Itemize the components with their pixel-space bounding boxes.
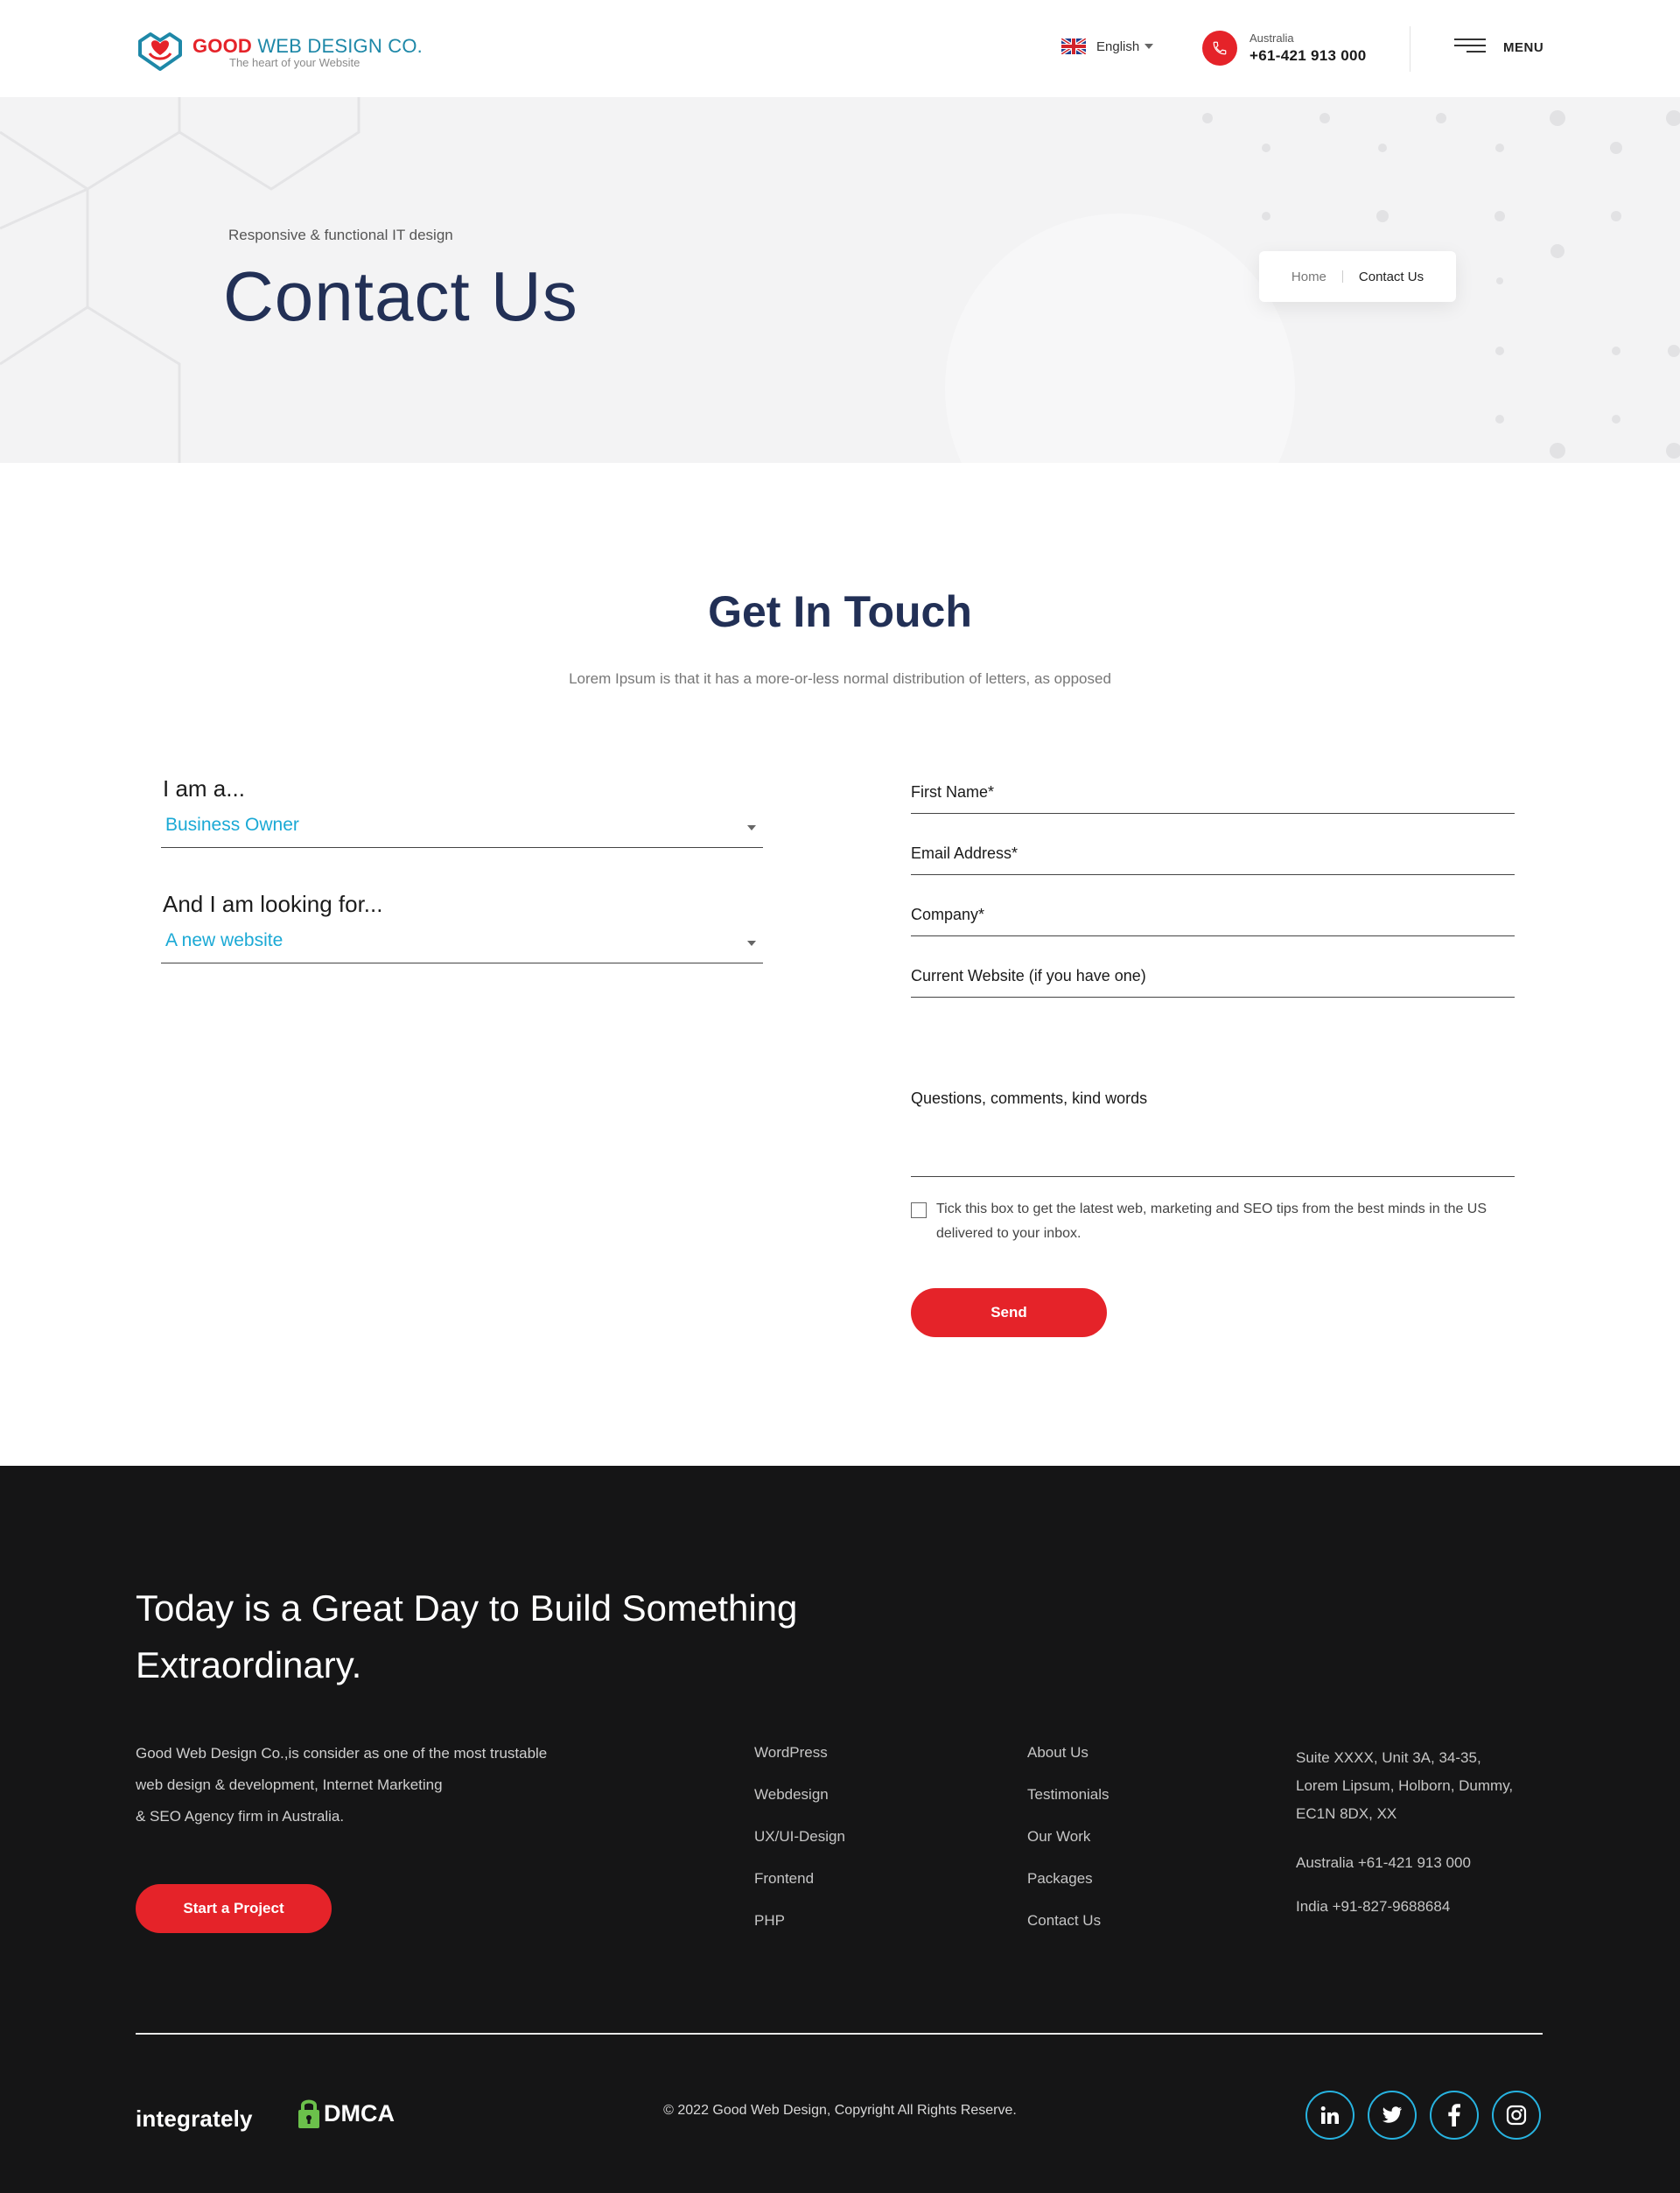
role-select-value: Business Owner: [165, 815, 299, 835]
menu-label: MENU: [1503, 39, 1544, 55]
start-project-button[interactable]: Start a Project: [136, 1884, 332, 1933]
section-subtitle: Lorem Ipsum is that it has a more-or-les…: [569, 670, 1111, 687]
footer-about-line: Good Web Design Co.,is consider as one o…: [136, 1745, 548, 1762]
logo-title: GOOD WEB DESIGN CO.: [192, 34, 423, 57]
comments-label: Questions, comments, kind words: [911, 1089, 1148, 1107]
footer-link-testimonials[interactable]: Testimonials: [1027, 1786, 1110, 1828]
footer-address-line: EC1N 8DX, XX: [1296, 1805, 1397, 1822]
uk-flag-icon: [1061, 39, 1086, 54]
phone-icon: [1213, 41, 1227, 55]
breadcrumb-separator: [1341, 270, 1343, 283]
footer-link-our-work[interactable]: Our Work: [1027, 1828, 1110, 1870]
need-select-value: A new website: [165, 930, 284, 950]
breadcrumb: Home Contact Us: [1259, 251, 1456, 302]
site-logo[interactable]: GOOD WEB DESIGN CO. The heart of your We…: [135, 29, 423, 74]
email-field[interactable]: Email Address*: [911, 836, 1515, 875]
footer-company-menu: About Us Testimonials Our Work Packages …: [1027, 1744, 1110, 1954]
role-select[interactable]: Business Owner: [161, 806, 763, 848]
footer-divider: [136, 2033, 1543, 2035]
intent-questions: I am a... Business Owner And I am lookin…: [161, 775, 763, 963]
page-hero: Responsive & functional IT design Contac…: [0, 97, 1680, 463]
hamburger-icon: [1454, 39, 1486, 56]
logo-tagline: The heart of your Website: [229, 55, 360, 69]
facebook-icon: [1448, 2104, 1460, 2126]
site-footer: Today is a Great Day to Build Something …: [0, 1466, 1680, 2193]
need-select[interactable]: A new website: [161, 921, 763, 963]
chevron-down-icon: [747, 825, 756, 830]
contact-form: First Name* Email Address* Company* Curr…: [911, 774, 1515, 1199]
footer-link-webdesign[interactable]: Webdesign: [754, 1786, 845, 1828]
company-field[interactable]: Company*: [911, 897, 1515, 936]
twitter-icon: [1382, 2106, 1402, 2123]
social-links: [1306, 2091, 1554, 2140]
newsletter-checkbox[interactable]: [911, 1202, 927, 1218]
company-label: Company*: [911, 906, 985, 923]
twitter-link[interactable]: [1368, 2091, 1417, 2140]
footer-about-line: & SEO Agency firm in Australia.: [136, 1808, 345, 1825]
phone-number[interactable]: +61-421 913 000: [1250, 47, 1367, 65]
hero-subtitle: Responsive & functional IT design: [228, 227, 453, 243]
page-title: Contact Us: [223, 257, 578, 335]
footer-phone-australia[interactable]: Australia +61-421 913 000: [1296, 1854, 1558, 1872]
menu-button[interactable]: MENU: [1454, 39, 1544, 56]
instagram-link[interactable]: [1492, 2091, 1541, 2140]
phone-country: Australia: [1250, 32, 1294, 45]
newsletter-label: Tick this box to get the latest web, mar…: [936, 1202, 1488, 1241]
footer-contact-info: Suite XXXX, Unit 3A, 34-35, Lorem Lipsum…: [1296, 1744, 1558, 1916]
linkedin-icon: [1320, 2106, 1339, 2124]
language-selector[interactable]: English: [1061, 39, 1154, 54]
footer-link-ux-ui[interactable]: UX/UI-Design: [754, 1828, 845, 1870]
first-name-field[interactable]: First Name*: [911, 774, 1515, 814]
website-label: Current Website (if you have one): [911, 967, 1146, 984]
language-label: English: [1096, 39, 1140, 54]
footer-link-wordpress[interactable]: WordPress: [754, 1744, 845, 1786]
footer-about-line: web design & development, Internet Marke…: [136, 1776, 443, 1793]
website-field[interactable]: Current Website (if you have one): [911, 958, 1515, 998]
comments-textarea[interactable]: Questions, comments, kind words: [911, 1019, 1515, 1177]
footer-link-packages[interactable]: Packages: [1027, 1870, 1110, 1912]
heart-logo-icon: [138, 32, 182, 71]
phone-call-button[interactable]: [1202, 31, 1237, 66]
footer-link-php[interactable]: PHP: [754, 1912, 845, 1954]
footer-link-contact[interactable]: Contact Us: [1027, 1912, 1110, 1954]
footer-services-menu: WordPress Webdesign UX/UI-Design Fronten…: [754, 1744, 845, 1954]
footer-address-line: Suite XXXX, Unit 3A, 34-35,: [1296, 1749, 1481, 1766]
footer-link-frontend[interactable]: Frontend: [754, 1870, 845, 1912]
footer-link-about[interactable]: About Us: [1027, 1744, 1110, 1786]
footer-about: Good Web Design Co.,is consider as one o…: [136, 1738, 626, 1832]
linkedin-link[interactable]: [1306, 2091, 1354, 2140]
facebook-link[interactable]: [1430, 2091, 1479, 2140]
footer-address: Suite XXXX, Unit 3A, 34-35, Lorem Lipsum…: [1296, 1744, 1558, 1828]
footer-phone-india[interactable]: India +91-827-9688684: [1296, 1898, 1558, 1916]
first-name-label: First Name*: [911, 783, 995, 801]
email-label: Email Address*: [911, 844, 1018, 862]
instagram-icon: [1506, 2105, 1527, 2126]
footer-headline: Today is a Great Day to Build Something …: [136, 1587, 798, 1685]
newsletter-optin: Tick this box to get the latest web, mar…: [911, 1200, 1541, 1246]
section-title: Get In Touch: [708, 587, 972, 636]
breadcrumb-current: Contact Us: [1358, 269, 1424, 284]
breadcrumb-home-link[interactable]: Home: [1292, 270, 1326, 284]
chevron-down-icon: [747, 941, 756, 946]
footer-address-line: Lorem Lipsum, Holborn, Dummy,: [1296, 1777, 1514, 1794]
chevron-down-icon: [1144, 44, 1154, 49]
site-header: GOOD WEB DESIGN CO. The heart of your We…: [0, 0, 1680, 97]
phone-contact: Australia +61-421 913 000: [1250, 32, 1367, 65]
need-label: And I am looking for...: [163, 891, 383, 917]
send-button[interactable]: Send: [911, 1288, 1107, 1337]
role-label: I am a...: [163, 775, 245, 802]
